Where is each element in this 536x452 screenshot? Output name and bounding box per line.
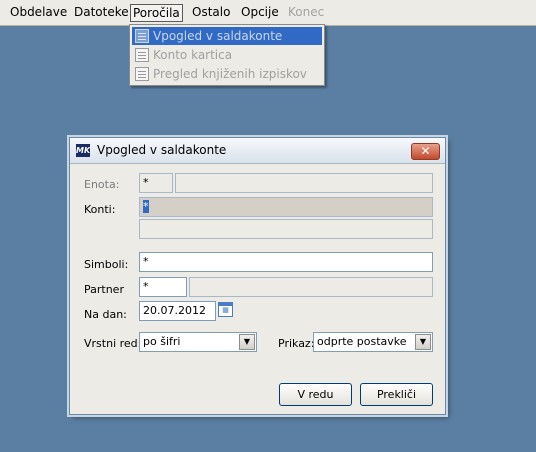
menu-obdelave[interactable]: Obdelave (8, 4, 69, 22)
prikaz-select[interactable]: odprte postavke ▼ (313, 332, 433, 352)
menu-item-konto-kartica[interactable]: Konto kartica (132, 46, 322, 64)
menu-item-pregled-knjizenih-izpiskov[interactable]: Pregled knjiženih izpiskov (132, 65, 322, 83)
konti-label: Konti: (84, 203, 116, 216)
vpogled-v-saldakonte-dialog: MK Vpogled v saldakonte ✕ Enota: * Konti… (69, 137, 446, 415)
chevron-down-icon[interactable]: ▼ (415, 334, 431, 350)
calendar-icon[interactable]: ▦ (218, 302, 233, 317)
konti-field[interactable]: * (139, 197, 433, 217)
menu-opcije[interactable]: Opcije (239, 4, 281, 22)
porocila-dropdown: Vpogled v saldakonte Konto kartica Pregl… (129, 24, 325, 86)
partner-name-field (189, 277, 433, 297)
menu-porocila[interactable]: Poročila (130, 4, 183, 22)
enota-code-field: * (139, 173, 173, 193)
vrstni-red-value: po šifri (143, 335, 181, 348)
app-logo-icon: MK (76, 144, 91, 157)
report-icon (135, 29, 149, 43)
partner-label: Partner (84, 283, 124, 296)
close-button[interactable]: ✕ (411, 143, 440, 160)
dialog-titlebar[interactable]: MK Vpogled v saldakonte ✕ (70, 138, 445, 164)
menu-konec[interactable]: Konec (286, 4, 326, 22)
na-dan-label: Na dan: (84, 308, 127, 321)
report-icon (135, 48, 149, 62)
vrstni-red-select[interactable]: po šifri ▼ (139, 332, 257, 352)
menu-ostalo[interactable]: Ostalo (190, 4, 232, 22)
simboli-label: Simboli: (84, 258, 129, 271)
menu-item-vpogled-v-saldakonte[interactable]: Vpogled v saldakonte (132, 27, 322, 45)
enota-label: Enota: (84, 178, 120, 191)
chevron-down-icon[interactable]: ▼ (239, 334, 255, 350)
enota-name-field (175, 173, 433, 193)
prikaz-label: Prikaz: (278, 337, 315, 350)
close-icon: ✕ (420, 144, 431, 158)
ok-button[interactable]: V redu (279, 383, 352, 406)
konti-value: * (143, 200, 149, 213)
menu-item-label: Vpogled v saldakonte (153, 29, 283, 43)
partner-code-input[interactable]: * (139, 277, 187, 297)
dialog-title: Vpogled v saldakonte (97, 143, 227, 157)
prikaz-value: odprte postavke (317, 335, 407, 348)
konti-description-field (139, 219, 433, 239)
menu-datoteke[interactable]: Datoteke (72, 4, 131, 22)
na-dan-date-input[interactable]: 20.07.2012 (139, 301, 216, 321)
menu-item-label: Pregled knjiženih izpiskov (153, 67, 307, 81)
cancel-button[interactable]: Prekliči (360, 383, 433, 406)
simboli-input[interactable]: * (139, 252, 433, 272)
report-icon (135, 67, 149, 81)
menu-bar: Obdelave Datoteke Poročila Ostalo Opcije… (0, 0, 536, 26)
vrstni-red-label: Vrstni red: (84, 337, 142, 350)
menu-item-label: Konto kartica (153, 48, 233, 62)
